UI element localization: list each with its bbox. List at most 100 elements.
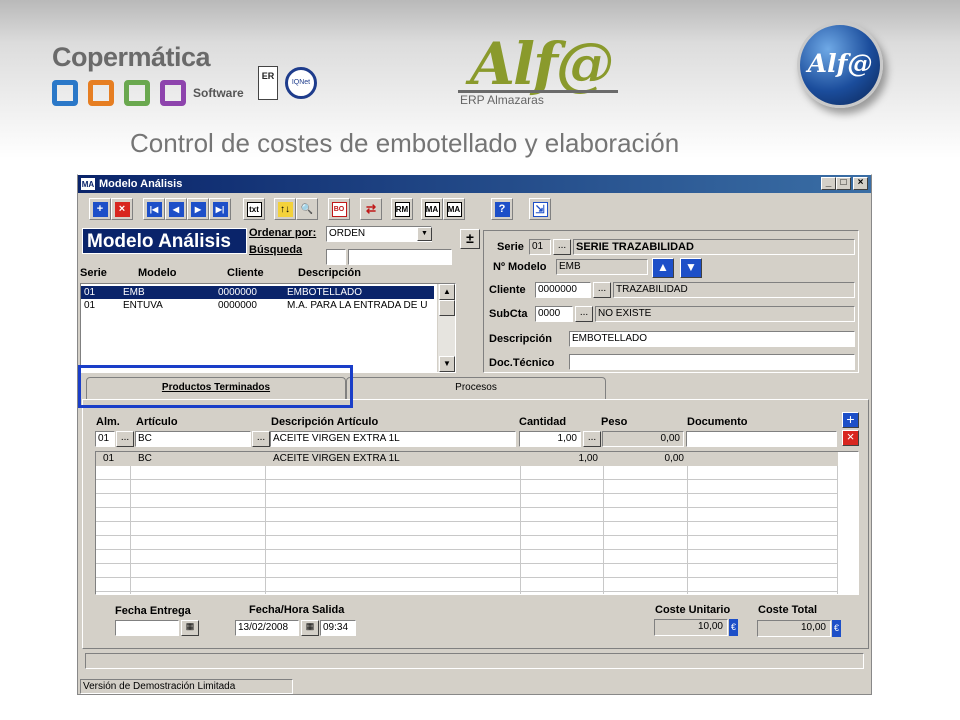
grid-cell[interactable] bbox=[604, 494, 688, 508]
grid-cell[interactable] bbox=[131, 536, 266, 550]
edit-articulo-field[interactable]: BC bbox=[135, 431, 251, 447]
descripcion-field[interactable]: EMBOTELLADO bbox=[569, 331, 855, 347]
edit-documento-field[interactable] bbox=[686, 431, 837, 447]
hora-salida-field[interactable]: 09:34 bbox=[320, 620, 356, 636]
next-record-button[interactable]: ▶ bbox=[187, 198, 209, 220]
grid-cell[interactable] bbox=[96, 550, 131, 564]
cliente-code-field[interactable]: 0000000 bbox=[535, 282, 591, 298]
grid-cell[interactable] bbox=[521, 522, 604, 536]
modelo-field[interactable]: EMB bbox=[556, 259, 648, 275]
grid-cell[interactable] bbox=[604, 480, 688, 494]
grid-cell[interactable] bbox=[521, 466, 604, 480]
grid-cell[interactable] bbox=[96, 522, 131, 536]
grid-cell[interactable] bbox=[521, 564, 604, 578]
add-record-button[interactable]: + bbox=[89, 198, 111, 220]
grid-cell[interactable] bbox=[521, 480, 604, 494]
grid-cell[interactable] bbox=[96, 578, 131, 592]
grid-cell[interactable] bbox=[604, 564, 688, 578]
grid-cell[interactable] bbox=[688, 550, 838, 564]
list-scrollbar[interactable]: ▲ ▼ bbox=[437, 284, 455, 372]
grid-cell[interactable] bbox=[266, 522, 521, 536]
expand-toggle-button[interactable]: ± bbox=[460, 229, 480, 249]
grid-cell[interactable] bbox=[131, 564, 266, 578]
move-down-icon[interactable]: ▼ bbox=[680, 258, 702, 278]
grid-cell[interactable] bbox=[521, 494, 604, 508]
grid-cell[interactable] bbox=[688, 592, 838, 594]
fecha-salida-field[interactable]: 13/02/2008 bbox=[235, 620, 299, 636]
cantidad-lookup-button[interactable]: ... bbox=[583, 431, 601, 447]
articulo-lookup-button[interactable]: ... bbox=[252, 431, 270, 447]
search-input[interactable] bbox=[348, 249, 452, 265]
rm-button[interactable]: RM bbox=[391, 198, 413, 220]
search-prefix-input[interactable] bbox=[326, 249, 346, 265]
grid-cell[interactable] bbox=[131, 592, 266, 594]
grid-cell[interactable] bbox=[131, 508, 266, 522]
exit-button[interactable]: ⇲ bbox=[529, 198, 551, 220]
grid-cell[interactable] bbox=[604, 592, 688, 594]
ma-button-2[interactable]: MA bbox=[443, 198, 465, 220]
move-up-icon[interactable]: ▲ bbox=[652, 258, 674, 278]
subcta-lookup-button[interactable]: ... bbox=[575, 306, 593, 322]
grid-cell[interactable] bbox=[96, 494, 131, 508]
calendar-icon[interactable]: ▦ bbox=[181, 620, 199, 636]
edit-descripcion-field[interactable]: ACEITE VIRGEN EXTRA 1L bbox=[270, 431, 516, 447]
grid-cell[interactable] bbox=[266, 494, 521, 508]
scroll-down-icon[interactable]: ▼ bbox=[439, 356, 455, 372]
close-window-button[interactable]: × bbox=[853, 177, 868, 190]
table-row[interactable]: 01 BC ACEITE VIRGEN EXTRA 1L 1,00 0,00 bbox=[96, 452, 838, 466]
search-button[interactable]: 🔍 bbox=[296, 198, 318, 220]
edit-cantidad-field[interactable]: 1,00 bbox=[519, 431, 581, 447]
last-record-button[interactable]: ▶| bbox=[209, 198, 231, 220]
grid-cell[interactable] bbox=[604, 578, 688, 592]
grid-cell[interactable] bbox=[96, 466, 131, 480]
grid-cell[interactable] bbox=[688, 536, 838, 550]
alm-lookup-button[interactable]: ... bbox=[116, 431, 134, 447]
text-export-button[interactable]: txt bbox=[243, 198, 265, 220]
grid-cell[interactable] bbox=[131, 466, 266, 480]
previous-record-button[interactable]: ◀ bbox=[165, 198, 187, 220]
ma-button-1[interactable]: MA bbox=[421, 198, 443, 220]
grid-cell[interactable] bbox=[131, 480, 266, 494]
calendar-icon[interactable]: ▦ bbox=[301, 620, 319, 636]
cliente-lookup-button[interactable]: ... bbox=[593, 282, 611, 298]
grid-cell[interactable] bbox=[604, 536, 688, 550]
grid-cell[interactable] bbox=[521, 578, 604, 592]
swap-button[interactable]: ⇄ bbox=[360, 198, 382, 220]
grid-cell[interactable] bbox=[521, 508, 604, 522]
subcta-code-field[interactable]: 0000 bbox=[535, 306, 573, 322]
grid-cell[interactable] bbox=[96, 536, 131, 550]
grid-cell[interactable] bbox=[266, 480, 521, 494]
grid-cell[interactable] bbox=[604, 466, 688, 480]
chevron-down-icon[interactable]: ▼ bbox=[417, 227, 432, 241]
grid-cell[interactable] bbox=[96, 564, 131, 578]
maximize-button[interactable]: □ bbox=[836, 177, 851, 190]
grid-cell[interactable] bbox=[521, 592, 604, 594]
serie-code-field[interactable]: 01 bbox=[529, 239, 551, 255]
grid-cell[interactable] bbox=[131, 550, 266, 564]
grid-cell[interactable] bbox=[604, 508, 688, 522]
models-list[interactable]: 01 EMB 0000000 EMBOTELLADO 01 ENTUVA 000… bbox=[80, 283, 456, 373]
grid-cell[interactable] bbox=[266, 564, 521, 578]
grid-cell[interactable] bbox=[688, 578, 838, 592]
add-line-icon[interactable]: + bbox=[842, 412, 859, 428]
edit-alm-field[interactable]: 01 bbox=[95, 431, 115, 447]
grid-cell[interactable] bbox=[688, 564, 838, 578]
grid-cell[interactable] bbox=[688, 508, 838, 522]
grid-cell[interactable] bbox=[266, 536, 521, 550]
first-record-button[interactable]: |◀ bbox=[143, 198, 165, 220]
grid-cell[interactable] bbox=[688, 494, 838, 508]
delete-record-button[interactable]: × bbox=[111, 198, 133, 220]
grid-cell[interactable] bbox=[131, 522, 266, 536]
grid-cell[interactable] bbox=[266, 466, 521, 480]
tab-procesos[interactable]: Procesos bbox=[346, 377, 606, 399]
grid-cell[interactable] bbox=[131, 494, 266, 508]
grid-cell[interactable] bbox=[266, 550, 521, 564]
grid-cell[interactable] bbox=[688, 480, 838, 494]
bo-button[interactable]: BO bbox=[328, 198, 350, 220]
scroll-thumb[interactable] bbox=[439, 300, 455, 316]
fecha-entrega-field[interactable] bbox=[115, 620, 179, 636]
grid-cell[interactable] bbox=[688, 522, 838, 536]
serie-lookup-button[interactable]: ... bbox=[553, 239, 571, 255]
help-button[interactable]: ? bbox=[491, 198, 513, 220]
list-item[interactable]: 01 EMB 0000000 EMBOTELLADO bbox=[81, 286, 434, 299]
